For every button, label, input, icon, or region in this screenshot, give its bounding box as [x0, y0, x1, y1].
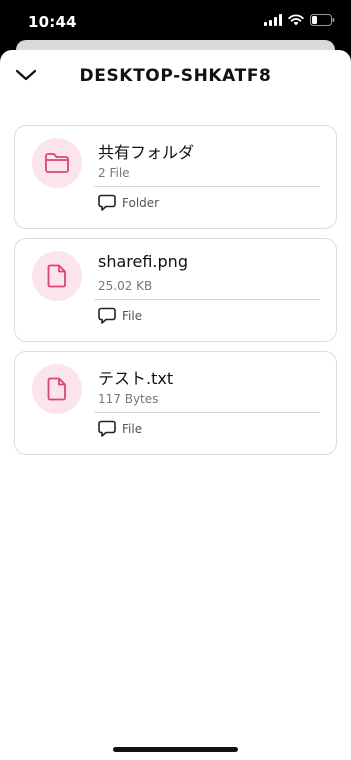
status-bar: 10:44: [0, 0, 351, 44]
divider: [94, 299, 320, 300]
header: DESKTOP-SHKATF8: [0, 50, 351, 102]
item-type-label: File: [122, 308, 143, 323]
file-icon: [47, 264, 66, 288]
item-type: File: [98, 307, 142, 324]
divider: [94, 186, 320, 187]
item-name: テスト.txt: [98, 369, 174, 388]
status-time: 10:44: [28, 13, 77, 31]
wifi-icon: [288, 14, 304, 26]
folder-icon: [45, 153, 69, 173]
list-item[interactable]: テスト.txt 117 Bytes File: [14, 351, 337, 455]
list-item[interactable]: 共有フォルダ 2 File Folder: [14, 125, 337, 229]
item-meta: 25.02 KB: [98, 279, 153, 293]
item-type-label: File: [122, 421, 143, 436]
home-indicator: [113, 747, 238, 752]
battery-icon: [310, 14, 335, 26]
file-icon: [47, 377, 66, 401]
item-name: 共有フォルダ: [98, 143, 195, 162]
speech-bubble-icon: [98, 420, 116, 437]
divider: [94, 412, 320, 413]
speech-bubble-icon: [98, 194, 116, 211]
speech-bubble-icon: [98, 307, 116, 324]
cellular-signal-icon: [264, 14, 282, 26]
item-avatar: [32, 138, 82, 188]
item-type-label: Folder: [122, 195, 160, 210]
item-meta: 117 Bytes: [98, 392, 159, 406]
item-avatar: [32, 251, 82, 301]
status-icons: [264, 14, 335, 26]
file-list: 共有フォルダ 2 File Folder sharefi.png 25.02 K…: [14, 125, 337, 464]
page-title: DESKTOP-SHKATF8: [79, 66, 272, 86]
item-name: sharefi.png: [98, 252, 188, 271]
item-type: Folder: [98, 194, 159, 211]
browser-sheet: DESKTOP-SHKATF8 共有フォルダ 2 File Folder sha…: [0, 50, 351, 760]
item-type: File: [98, 420, 142, 437]
list-item[interactable]: sharefi.png 25.02 KB File: [14, 238, 337, 342]
item-meta: 2 File: [98, 166, 130, 180]
item-avatar: [32, 364, 82, 414]
